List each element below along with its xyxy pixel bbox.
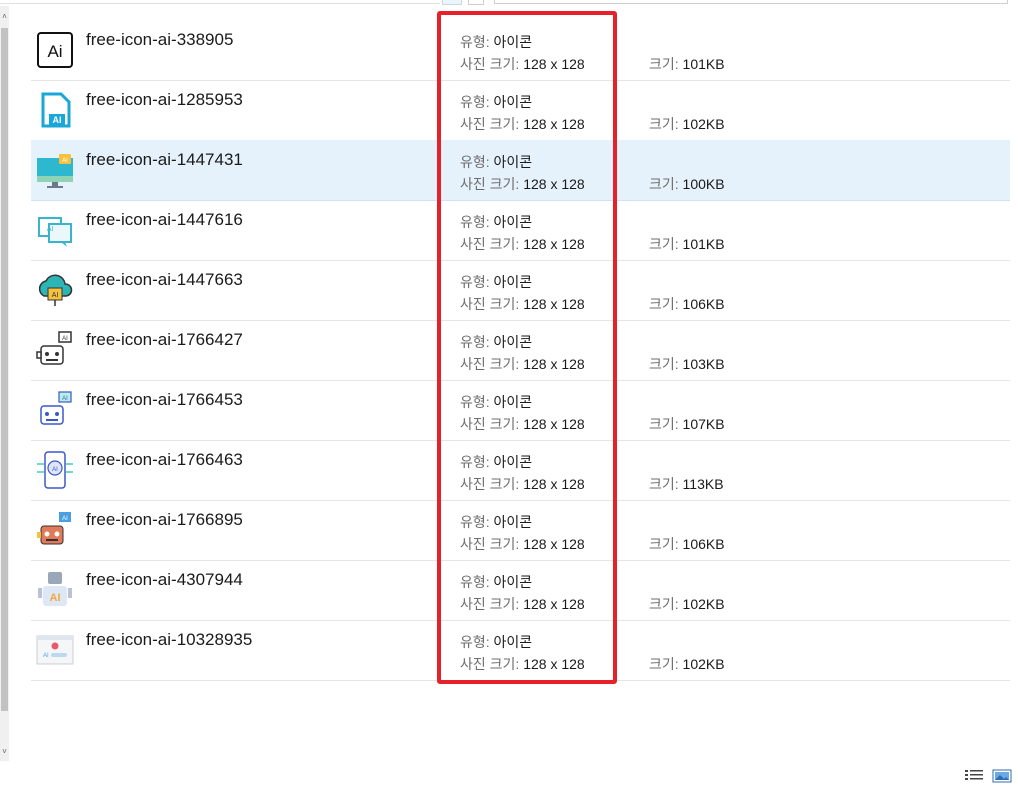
ai-robot-figure-icon: AI	[35, 570, 75, 610]
ai-square-icon: Ai	[35, 30, 75, 70]
svg-text:Ai: Ai	[47, 42, 62, 61]
file-name: free-icon-ai-338905	[86, 30, 234, 49]
size-label: 크기:	[649, 536, 679, 552]
file-name: free-icon-ai-1766427	[86, 330, 243, 349]
file-size: 크기: 102KB	[649, 654, 725, 674]
size-label: 크기:	[649, 116, 679, 132]
preview-view-icon[interactable]	[992, 769, 1012, 783]
file-name: free-icon-ai-1766895	[86, 510, 243, 529]
file-name: free-icon-ai-1766453	[86, 390, 243, 409]
file-size: 크기: 107KB	[649, 414, 725, 434]
size-value: 102KB	[682, 116, 725, 132]
ai-browser-window-icon: AI	[35, 630, 75, 670]
view-toggle-button[interactable]	[442, 0, 462, 5]
file-size: 크기: 102KB	[649, 594, 725, 614]
ai-robot-outline-icon: AI	[35, 330, 75, 370]
svg-text:AI: AI	[62, 158, 68, 164]
size-label: 크기:	[649, 416, 679, 432]
ai-robot-color-icon: AI	[35, 510, 75, 550]
file-size: 크기: 106KB	[649, 294, 725, 314]
file-name: free-icon-ai-4307944	[86, 570, 243, 589]
red-highlight-box	[437, 11, 617, 684]
svg-text:AI: AI	[47, 226, 54, 233]
size-label: 크기:	[649, 596, 679, 612]
file-name: free-icon-ai-1766463	[86, 450, 243, 469]
svg-text:AI: AI	[62, 516, 68, 522]
size-label: 크기:	[649, 356, 679, 372]
refresh-button[interactable]	[468, 0, 484, 5]
details-view-icon[interactable]	[964, 769, 984, 783]
file-size: 크기: 106KB	[649, 534, 725, 554]
scrollbar-thumb[interactable]	[1, 28, 8, 711]
svg-text:AI: AI	[53, 115, 62, 125]
size-value: 102KB	[682, 656, 725, 672]
file-size: 크기: 101KB	[649, 54, 725, 74]
file-name: free-icon-ai-1447431	[86, 150, 243, 169]
toolbar-remnant	[0, 0, 1018, 6]
size-label: 크기:	[649, 176, 679, 192]
svg-text:AI: AI	[52, 467, 58, 473]
size-value: 107KB	[682, 416, 725, 432]
svg-text:AI: AI	[50, 592, 61, 604]
size-label: 크기:	[649, 476, 679, 492]
vertical-scrollbar[interactable]: ˄ ˅	[0, 6, 9, 761]
file-size: 크기: 113KB	[649, 474, 724, 494]
ai-robot-blue-icon: AI	[35, 390, 75, 430]
ai-outline-badge-icon: AI	[35, 90, 75, 130]
size-value: 101KB	[682, 236, 725, 252]
size-label: 크기:	[649, 656, 679, 672]
size-value: 113KB	[682, 476, 724, 492]
toolbar-divider	[0, 3, 440, 4]
ai-phone-icon: AI	[35, 450, 75, 490]
size-label: 크기:	[649, 56, 679, 72]
file-name: free-icon-ai-1285953	[86, 90, 243, 109]
size-label: 크기:	[649, 296, 679, 312]
size-value: 101KB	[682, 56, 725, 72]
svg-text:AI: AI	[43, 653, 49, 659]
ai-cloud-icon: AI	[35, 270, 75, 310]
file-size: 크기: 101KB	[649, 234, 725, 254]
ai-chat-bubbles-icon: AI	[35, 210, 75, 250]
size-value: 103KB	[682, 356, 725, 372]
svg-text:AI: AI	[52, 292, 59, 299]
file-size: 크기: 103KB	[649, 354, 725, 374]
size-value: 100KB	[682, 176, 725, 192]
scroll-up-arrow-icon[interactable]: ˄	[0, 12, 9, 22]
file-size: 크기: 102KB	[649, 114, 725, 134]
view-mode-buttons	[964, 769, 1012, 785]
size-value: 106KB	[682, 296, 725, 312]
file-size: 크기: 100KB	[649, 174, 725, 194]
size-value: 106KB	[682, 536, 725, 552]
svg-text:AI: AI	[62, 336, 68, 342]
svg-text:AI: AI	[62, 396, 68, 402]
scroll-down-arrow-icon[interactable]: ˅	[0, 747, 9, 757]
file-name: free-icon-ai-1447616	[86, 210, 243, 229]
search-box[interactable]	[494, 0, 1008, 4]
size-label: 크기:	[649, 236, 679, 252]
ai-monitor-icon: AI	[35, 150, 75, 190]
file-name: free-icon-ai-1447663	[86, 270, 243, 289]
size-value: 102KB	[682, 596, 725, 612]
file-name: free-icon-ai-10328935	[86, 630, 253, 649]
